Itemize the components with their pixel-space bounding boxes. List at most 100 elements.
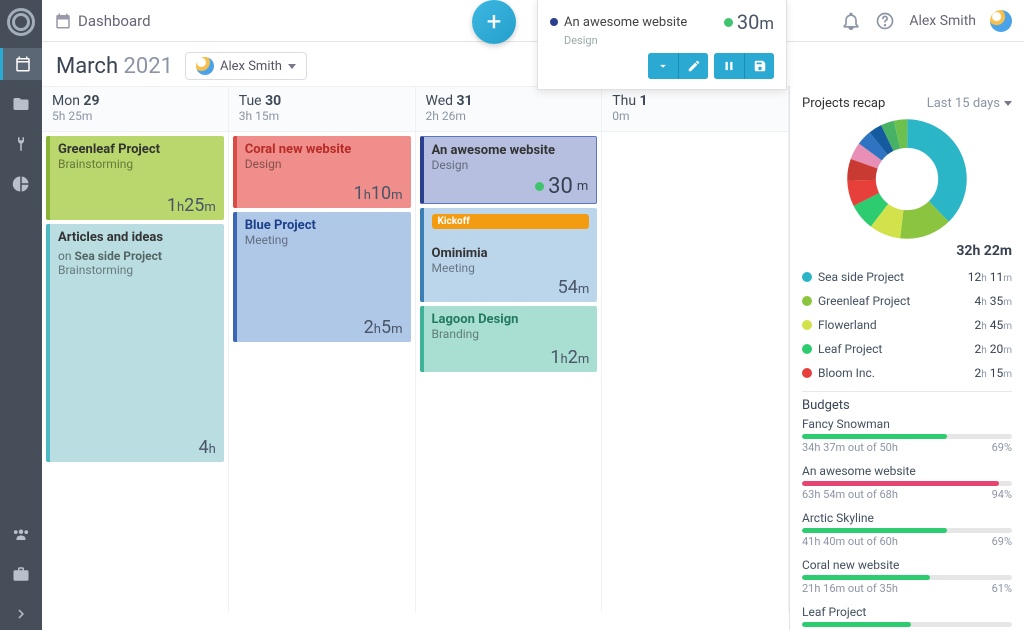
live-indicator-icon xyxy=(724,18,733,27)
time-entry-card[interactable]: Articles and ideason Sea side ProjectBra… xyxy=(46,224,224,462)
card-on: on Sea side Project xyxy=(58,249,216,263)
card-duration: 1h25m xyxy=(58,195,216,216)
running-title: An awesome website xyxy=(564,15,687,30)
briefcase-icon xyxy=(12,565,30,583)
plus-icon: + xyxy=(487,7,502,37)
budget-item[interactable]: Fancy Snowman34h 37m out of 50h69% xyxy=(802,417,1012,454)
card-title: Lagoon Design xyxy=(432,312,590,327)
time-entry-card[interactable]: Coral new websiteDesign 1h10m xyxy=(233,136,411,208)
card-subtitle: Meeting xyxy=(245,233,403,247)
pause-icon xyxy=(722,59,736,73)
nav-projects[interactable] xyxy=(0,88,42,120)
plug-icon xyxy=(12,135,30,153)
running-timer-card: An awesome website 30m Design xyxy=(537,0,787,90)
card-subtitle: Brainstorming xyxy=(58,263,216,277)
side-panel: Projects recap Last 15 days 32h 22m Sea … xyxy=(789,86,1024,630)
timer-save-button[interactable] xyxy=(744,53,774,79)
chevron-down-icon xyxy=(288,64,296,69)
nav-reports[interactable] xyxy=(0,168,42,200)
card-subtitle: Design xyxy=(432,158,589,172)
project-color-dot xyxy=(802,272,812,282)
recap-total: 32h 22m xyxy=(802,243,1012,259)
save-icon xyxy=(753,59,767,73)
day-header[interactable]: Wed 312h 26m xyxy=(416,87,603,131)
pencil-icon xyxy=(687,59,701,73)
card-subtitle: Brainstorming xyxy=(58,157,216,171)
running-time: 30m xyxy=(724,10,774,34)
project-row[interactable]: Bloom Inc.2h 15m xyxy=(802,361,1012,385)
avatar xyxy=(196,57,214,75)
time-entry-card[interactable]: Lagoon DesignBranding 1h2m xyxy=(420,306,598,372)
card-title: An awesome website xyxy=(432,143,589,158)
month-title: March 2021 xyxy=(56,54,173,79)
card-title: Greenleaf Project xyxy=(58,142,216,157)
budget-item[interactable]: An awesome website63h 54m out of 68h94% xyxy=(802,464,1012,501)
bell-icon[interactable] xyxy=(841,11,861,31)
day-header[interactable]: Thu 10m xyxy=(602,87,789,131)
timer-edit-button[interactable] xyxy=(678,53,708,79)
recap-donut-chart xyxy=(847,119,967,239)
help-icon[interactable] xyxy=(875,11,895,31)
nav-clients[interactable] xyxy=(0,128,42,160)
time-entry-card[interactable]: Greenleaf ProjectBrainstorming 1h25m xyxy=(46,136,224,220)
card-duration: 2h5m xyxy=(245,317,403,338)
timer-more-button[interactable] xyxy=(648,53,678,79)
chevron-down-icon xyxy=(656,59,670,73)
card-subtitle: Design xyxy=(245,157,403,171)
card-duration: 1h2m xyxy=(432,347,590,368)
nav-dashboard[interactable] xyxy=(0,48,42,80)
project-color-dot xyxy=(802,344,812,354)
user-name[interactable]: Alex Smith xyxy=(909,13,976,29)
calendar-icon xyxy=(14,55,32,73)
chevron-right-icon xyxy=(12,605,30,623)
nav-team[interactable] xyxy=(0,518,42,550)
recap-title: Projects recap xyxy=(802,96,885,111)
budget-item[interactable]: Coral new website21h 16m out of 35h61% xyxy=(802,558,1012,595)
project-row[interactable]: Sea side Project12h 11m xyxy=(802,265,1012,289)
day-column: Coral new websiteDesign1h10mBlue Project… xyxy=(229,132,416,612)
day-column: Greenleaf ProjectBrainstorming1h25mArtic… xyxy=(42,132,229,612)
day-column xyxy=(602,132,789,612)
user-filter[interactable]: Alex Smith xyxy=(185,52,307,80)
chevron-down-icon xyxy=(1004,101,1012,106)
avatar[interactable] xyxy=(990,10,1012,32)
timer-pause-button[interactable] xyxy=(714,53,744,79)
project-color-dot xyxy=(550,18,558,26)
budgets-title: Budgets xyxy=(802,398,1012,413)
time-entry-card[interactable]: Kickoff OminimiaMeeting 54m xyxy=(420,208,598,302)
card-subtitle: Branding xyxy=(432,327,590,341)
piechart-icon xyxy=(12,175,30,193)
time-entry-card[interactable]: Blue ProjectMeeting2h5m xyxy=(233,212,411,342)
calendar-icon xyxy=(54,12,72,30)
sidebar xyxy=(0,0,42,630)
toolbar: March 2021 Alex Smith xyxy=(42,42,1024,86)
card-duration: 1h10m xyxy=(245,183,403,204)
page-title: Dashboard xyxy=(54,12,151,30)
folder-icon xyxy=(12,95,30,113)
nav-briefcase[interactable] xyxy=(0,558,42,590)
card-subtitle: Meeting xyxy=(432,261,590,275)
nav-collapse[interactable] xyxy=(0,598,42,630)
calendar-header: Mon 295h 25mTue 303h 15mWed 312h 26mThu … xyxy=(42,86,789,132)
card-title: Ominimia xyxy=(432,246,590,261)
time-entry-card[interactable]: An awesome websiteDesign 30m xyxy=(420,136,598,204)
calendar: Mon 295h 25mTue 303h 15mWed 312h 26mThu … xyxy=(42,86,789,630)
day-column: An awesome websiteDesign 30m Kickoff Ominim… xyxy=(416,132,603,612)
add-button[interactable]: + xyxy=(472,0,516,44)
project-color-dot xyxy=(802,368,812,378)
card-title: Coral new website xyxy=(245,142,403,157)
project-row[interactable]: Leaf Project2h 20m xyxy=(802,337,1012,361)
project-row[interactable]: Flowerland2h 45m xyxy=(802,313,1012,337)
project-color-dot xyxy=(802,296,812,306)
app-logo xyxy=(7,8,35,36)
project-row[interactable]: Greenleaf Project4h 35m xyxy=(802,289,1012,313)
budget-item[interactable]: Arctic Skyline41h 40m out of 60h69% xyxy=(802,511,1012,548)
tag: Kickoff xyxy=(432,214,590,229)
card-duration: 54m xyxy=(432,277,590,298)
budget-item[interactable]: Leaf Project23h 17m out of 44h52% xyxy=(802,605,1012,630)
day-header[interactable]: Mon 295h 25m xyxy=(42,87,229,131)
day-header[interactable]: Tue 303h 15m xyxy=(229,87,416,131)
period-selector[interactable]: Last 15 days xyxy=(927,96,1012,111)
card-duration: 30m xyxy=(432,174,589,199)
project-color-dot xyxy=(802,320,812,330)
